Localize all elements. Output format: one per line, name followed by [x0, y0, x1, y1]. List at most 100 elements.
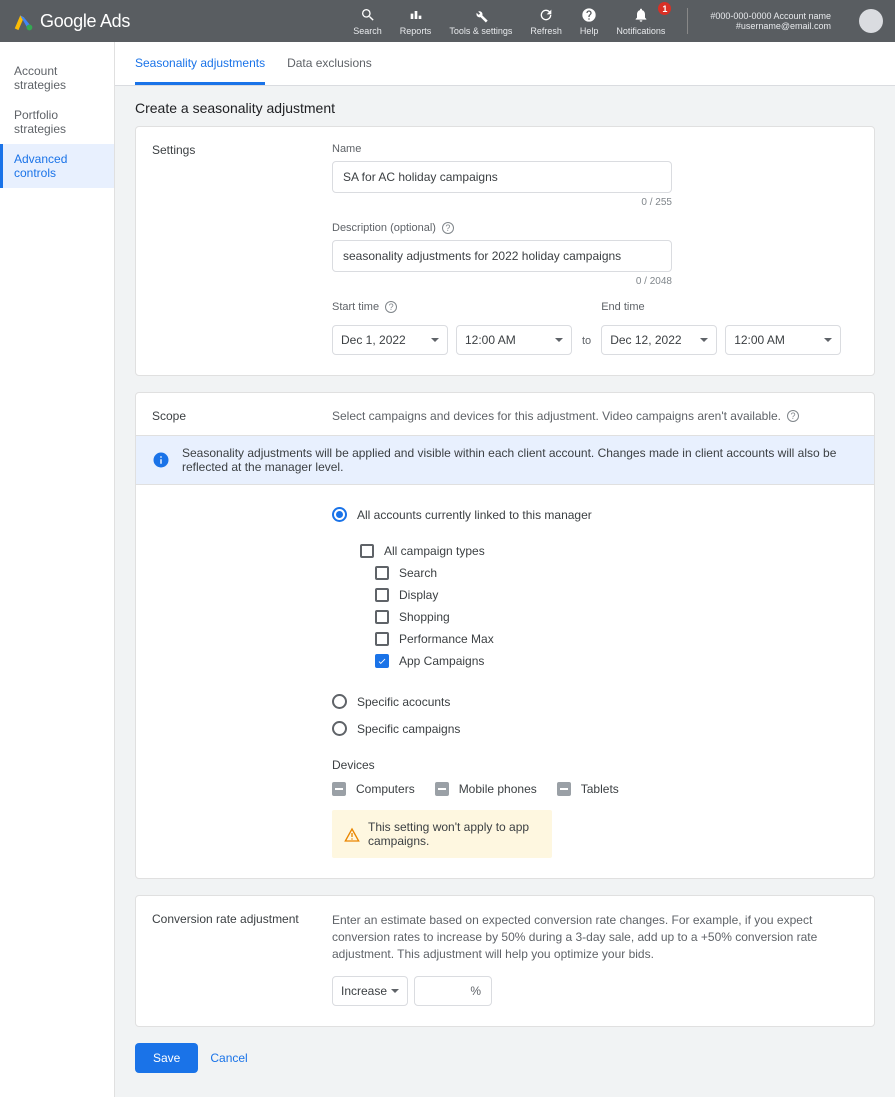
- description-counter: 0 / 2048: [332, 276, 672, 287]
- warning-box: This setting won't apply to app campaign…: [332, 810, 552, 858]
- tab-bar: Seasonality adjustments Data exclusions: [115, 42, 895, 86]
- devices-label: Devices: [332, 758, 858, 772]
- description-input[interactable]: [332, 240, 672, 272]
- checkbox-icon: [375, 610, 389, 624]
- notification-badge: 1: [658, 2, 671, 15]
- cancel-button[interactable]: Cancel: [210, 1051, 247, 1065]
- reports-icon: [407, 6, 425, 24]
- separator: [687, 8, 688, 34]
- checkbox-app-campaigns[interactable]: App Campaigns: [332, 654, 858, 668]
- account-info[interactable]: #000-000-0000 Account name #username@ema…: [710, 11, 831, 31]
- sidebar: Account strategies Portfolio strategies …: [0, 42, 115, 1097]
- description-label: Description (optional) ?: [332, 222, 858, 234]
- reports-button[interactable]: Reports: [400, 6, 432, 36]
- checkbox-icon: [360, 544, 374, 558]
- checkbox-shopping[interactable]: Shopping: [332, 610, 858, 624]
- help-icon[interactable]: ?: [442, 222, 454, 234]
- checkbox-icon: [375, 566, 389, 580]
- checkbox-icon: [375, 588, 389, 602]
- checkbox-mobile-phones[interactable]: Mobile phones: [435, 782, 537, 796]
- direction-select[interactable]: Increase: [332, 976, 408, 1006]
- avatar[interactable]: [859, 9, 883, 33]
- radio-icon: [332, 694, 347, 709]
- page-title: Create a seasonality adjustment: [135, 86, 875, 126]
- chevron-down-icon: [700, 338, 708, 346]
- radio-all-accounts[interactable]: All accounts currently linked to this ma…: [332, 507, 858, 522]
- refresh-icon: [537, 6, 555, 24]
- warning-icon: [344, 827, 360, 843]
- account-id: #000-000-0000 Account name: [710, 11, 831, 21]
- chevron-down-icon: [431, 338, 439, 346]
- start-date-select[interactable]: Dec 1, 2022: [332, 325, 448, 355]
- checkbox-icon: [375, 632, 389, 646]
- checkbox-icon: [435, 782, 449, 796]
- to-label: to: [580, 335, 593, 355]
- chevron-down-icon: [555, 338, 563, 346]
- start-time-label: Start time ?: [332, 301, 572, 313]
- radio-specific-accounts[interactable]: Specific acocunts: [332, 694, 858, 709]
- checkbox-icon: [332, 782, 346, 796]
- name-counter: 0 / 255: [332, 197, 672, 208]
- checkbox-computers[interactable]: Computers: [332, 782, 415, 796]
- help-label: Help: [580, 26, 599, 36]
- account-email: #username@email.com: [736, 21, 831, 31]
- refresh-button[interactable]: Refresh: [530, 6, 562, 36]
- help-button[interactable]: Help: [580, 6, 599, 36]
- product-logo: Google Ads: [12, 10, 130, 32]
- name-label: Name: [332, 143, 858, 155]
- notifications-label: Notifications: [616, 26, 665, 36]
- start-time-select[interactable]: 12:00 AM: [456, 325, 572, 355]
- checkbox-all-campaign-types[interactable]: All campaign types: [332, 544, 858, 558]
- reports-label: Reports: [400, 26, 432, 36]
- name-input[interactable]: [332, 161, 672, 193]
- checkbox-tablets[interactable]: Tablets: [557, 782, 619, 796]
- tab-data-exclusions[interactable]: Data exclusions: [287, 42, 372, 85]
- search-icon: [359, 6, 377, 24]
- conversion-card: Conversion rate adjustment Enter an esti…: [135, 895, 875, 1027]
- sidebar-item-portfolio-strategies[interactable]: Portfolio strategies: [0, 100, 114, 144]
- end-time-select[interactable]: 12:00 AM: [725, 325, 841, 355]
- google-ads-icon: [12, 10, 34, 32]
- warning-text: This setting won't apply to app campaign…: [368, 820, 540, 848]
- search-label: Search: [353, 26, 382, 36]
- settings-card: Settings Name 0 / 255 Description (optio…: [135, 126, 875, 376]
- chevron-down-icon: [391, 989, 399, 997]
- product-name: Google Ads: [40, 11, 130, 32]
- checkbox-display[interactable]: Display: [332, 588, 858, 602]
- info-icon: [152, 451, 170, 469]
- wrench-icon: [472, 7, 490, 25]
- sidebar-item-account-strategies[interactable]: Account strategies: [0, 56, 114, 100]
- refresh-label: Refresh: [530, 26, 562, 36]
- end-time-label: End time: [601, 301, 841, 313]
- chevron-down-icon: [824, 338, 832, 346]
- tools-settings-label: Tools & settings: [449, 27, 512, 36]
- scope-card: Scope Select campaigns and devices for t…: [135, 392, 875, 879]
- end-date-select[interactable]: Dec 12, 2022: [601, 325, 717, 355]
- settings-section-label: Settings: [152, 143, 332, 355]
- help-icon[interactable]: ?: [385, 301, 397, 313]
- info-banner-text: Seasonality adjustments will be applied …: [182, 446, 858, 474]
- checkbox-icon: [375, 654, 389, 668]
- percent-input[interactable]: %: [414, 976, 492, 1006]
- radio-specific-campaigns[interactable]: Specific campaigns: [332, 721, 858, 736]
- conversion-section-label: Conversion rate adjustment: [152, 912, 332, 1006]
- radio-icon: [332, 721, 347, 736]
- scope-description: Select campaigns and devices for this ad…: [332, 409, 858, 423]
- tools-settings-button[interactable]: Tools & settings: [449, 7, 512, 36]
- checkbox-search[interactable]: Search: [332, 566, 858, 580]
- checkbox-icon: [557, 782, 571, 796]
- notifications-button[interactable]: 1 Notifications: [616, 6, 665, 36]
- help-icon[interactable]: ?: [787, 410, 799, 422]
- radio-icon: [332, 507, 347, 522]
- checkbox-performance-max[interactable]: Performance Max: [332, 632, 858, 646]
- scope-section-label: Scope: [152, 409, 332, 423]
- info-banner: Seasonality adjustments will be applied …: [136, 435, 874, 485]
- sidebar-item-advanced-controls[interactable]: Advanced controls: [0, 144, 114, 188]
- save-button[interactable]: Save: [135, 1043, 198, 1073]
- app-header: Google Ads Search Reports Tools & settin…: [0, 0, 895, 42]
- main-content: Seasonality adjustments Data exclusions …: [115, 42, 895, 1097]
- help-icon: [580, 6, 598, 24]
- tab-seasonality[interactable]: Seasonality adjustments: [135, 42, 265, 85]
- conversion-description: Enter an estimate based on expected conv…: [332, 912, 852, 962]
- search-button[interactable]: Search: [353, 6, 382, 36]
